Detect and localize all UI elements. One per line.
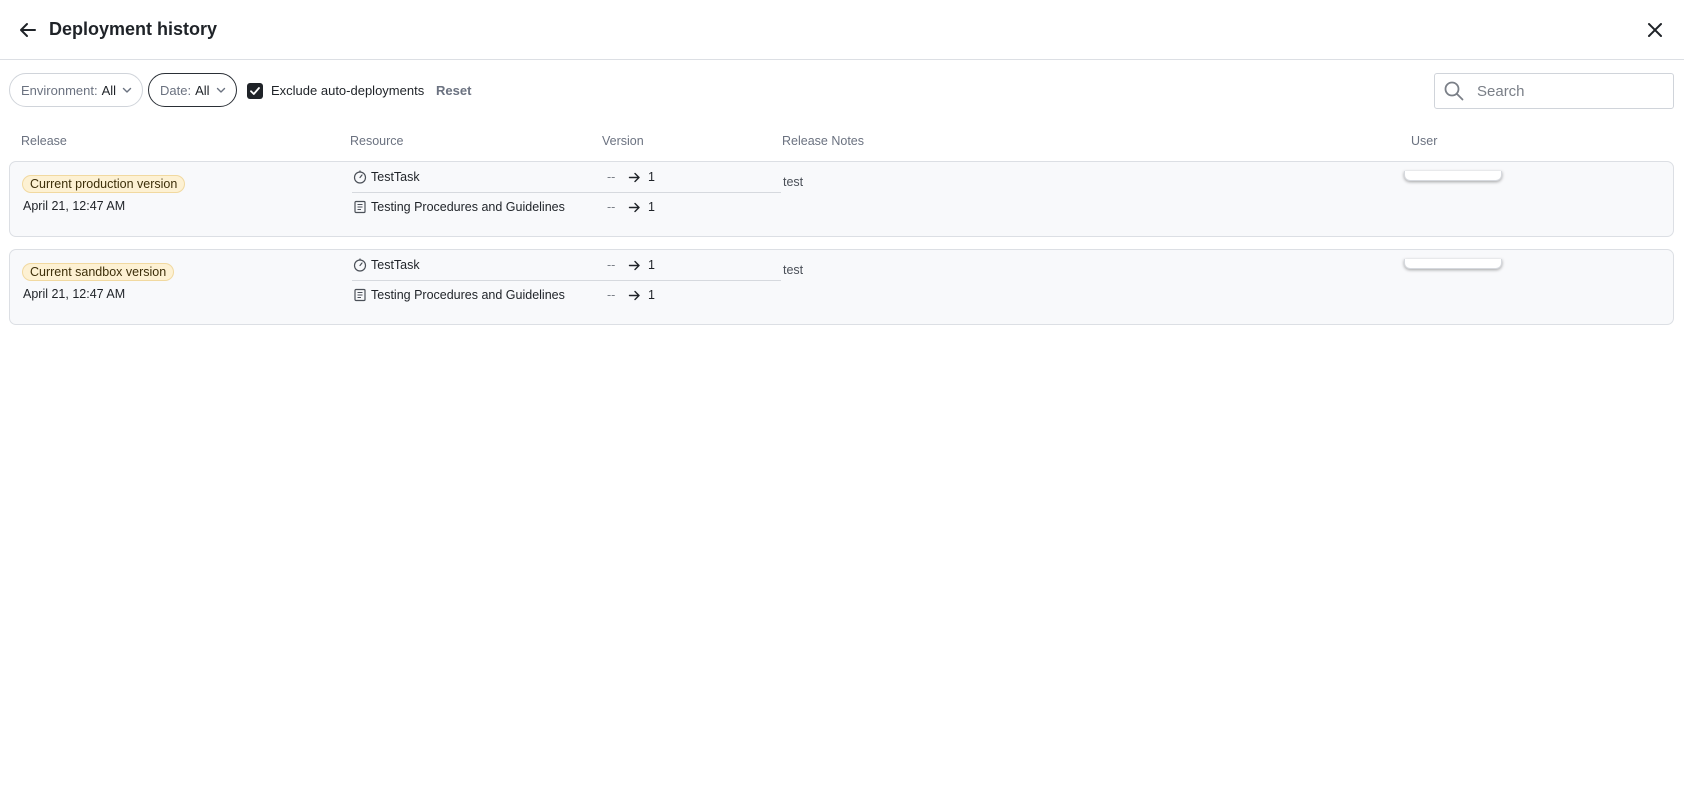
arrow-right-icon: [628, 258, 642, 272]
page-header: Deployment history: [0, 0, 1684, 60]
search-icon: [1444, 81, 1464, 101]
column-header-version: Version: [602, 134, 644, 148]
exclude-auto-deployments-label[interactable]: Exclude auto-deployments: [271, 82, 424, 100]
reset-button[interactable]: Reset: [436, 82, 471, 100]
date-filter-value: All: [195, 82, 210, 98]
resource-name: Testing Procedures and Guidelines: [371, 200, 565, 214]
document-icon: [352, 287, 368, 303]
page-title: Deployment history: [49, 19, 218, 39]
deployment-row[interactable]: Current production version April 21, 12:…: [9, 161, 1674, 237]
resource-row[interactable]: TestTask -- 1: [352, 250, 781, 281]
user-avatar[interactable]: [1404, 259, 1502, 269]
search-box[interactable]: [1434, 73, 1674, 109]
close-button[interactable]: [1640, 15, 1670, 45]
column-header-resource: Resource: [350, 134, 404, 148]
back-button[interactable]: [14, 16, 42, 44]
version-to: 1: [648, 288, 655, 302]
release-notes: test: [783, 175, 804, 189]
arrow-left-icon: [20, 23, 36, 37]
arrow-right-icon: [628, 288, 642, 302]
close-icon: [1648, 23, 1662, 37]
environment-filter-value: All: [101, 82, 117, 98]
arrow-right-icon: [628, 200, 642, 214]
resource-row[interactable]: Testing Procedures and Guidelines -- 1: [352, 192, 781, 222]
environment-filter-key: Environment:: [21, 82, 98, 98]
chevron-down-icon: [122, 85, 132, 95]
deployment-row[interactable]: Current sandbox version April 21, 12:47 …: [9, 249, 1674, 325]
search-input[interactable]: [1475, 81, 1659, 101]
user-avatar[interactable]: [1404, 171, 1502, 181]
environment-filter[interactable]: Environment: All: [9, 73, 144, 107]
release-date: April 21, 12:47 AM: [23, 287, 126, 301]
version-to: 1: [648, 170, 655, 184]
release-notes: test: [783, 263, 804, 277]
version-to: 1: [648, 200, 655, 214]
chevron-down-icon: [216, 85, 226, 95]
resource-name: Testing Procedures and Guidelines: [371, 288, 565, 302]
environment-badge: Current sandbox version: [22, 263, 175, 281]
version-from: --: [607, 288, 616, 302]
resource-name: TestTask: [371, 170, 420, 184]
release-date: April 21, 12:47 AM: [23, 199, 126, 213]
version-from: --: [607, 200, 616, 214]
version-from: --: [607, 258, 616, 272]
timer-icon: [352, 169, 368, 185]
date-filter[interactable]: Date: All: [148, 73, 237, 107]
resource-row[interactable]: Testing Procedures and Guidelines -- 1: [352, 280, 781, 310]
environment-badge: Current production version: [22, 175, 186, 193]
version-from: --: [607, 170, 616, 184]
exclude-auto-deployments-checkbox[interactable]: [247, 83, 263, 99]
timer-icon: [352, 257, 368, 273]
date-filter-key: Date:: [160, 82, 192, 98]
arrow-right-icon: [628, 170, 642, 184]
resource-name: TestTask: [371, 258, 420, 272]
checkmark-icon: [250, 87, 260, 95]
column-header-user: User: [1411, 134, 1438, 148]
document-icon: [352, 199, 368, 215]
column-header-release: Release: [21, 134, 67, 148]
version-to: 1: [648, 258, 655, 272]
column-header-release-notes: Release Notes: [782, 134, 864, 148]
resource-row[interactable]: TestTask -- 1: [352, 162, 781, 193]
